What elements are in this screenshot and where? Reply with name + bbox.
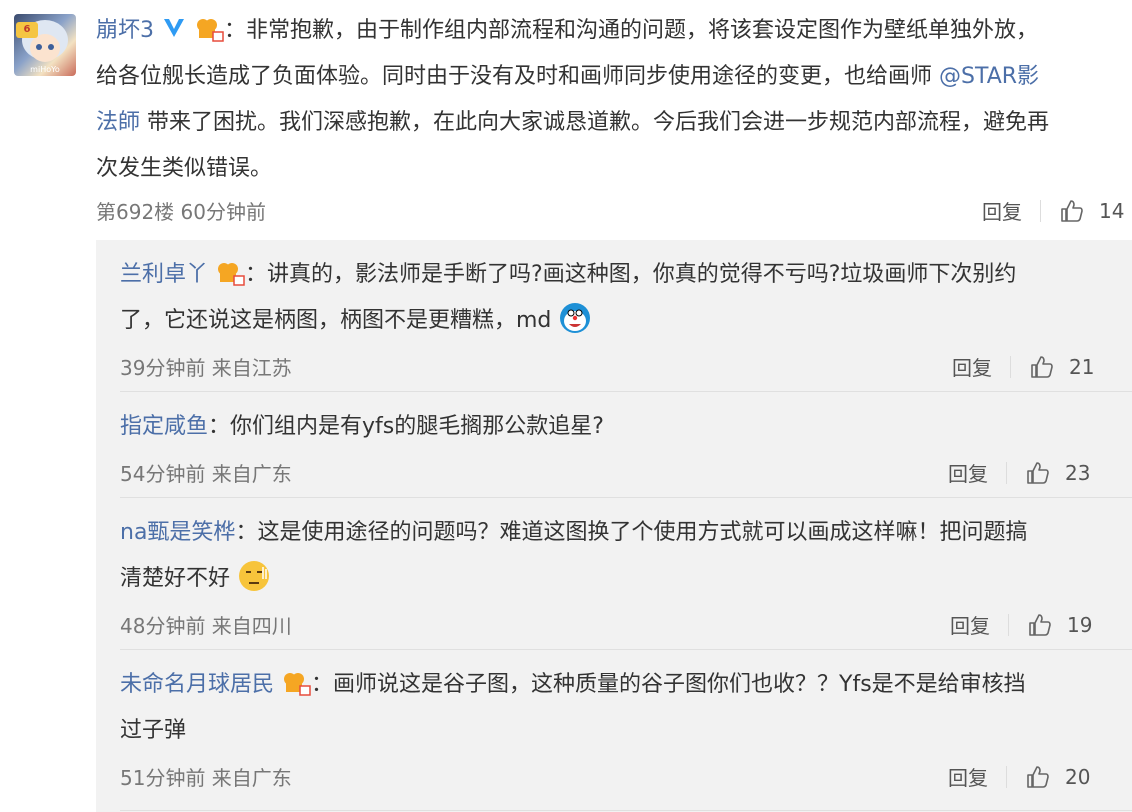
reply-item: 兰利卓丫 ：讲真的，影法师是手断了吗?画这种图，你真的觉得不亏吗?垃圾画师下次别… bbox=[96, 240, 1132, 392]
crown-badge-icon bbox=[218, 263, 245, 286]
avatar-watermark: miHoYo bbox=[30, 65, 60, 74]
reply-text-line1: ：画师说这是谷子图，这种质量的谷子图你们也收？？Yfs是不是给审核挡 bbox=[311, 672, 1026, 697]
reply-button[interactable]: 回复 bbox=[952, 352, 992, 381]
main-comment: 崩坏3 ：非常抱歉，由于制作组内部流程和沟通的问题，将该套设定图作为壁纸单独外放… bbox=[96, 8, 1132, 192]
crown-badge-icon bbox=[197, 19, 224, 42]
doraemon-emoji-icon bbox=[560, 303, 591, 333]
mention-star-link[interactable]: @STAR影 bbox=[939, 64, 1039, 89]
action-divider bbox=[1008, 613, 1009, 636]
main-comment-username[interactable]: 崩坏3 bbox=[96, 18, 154, 43]
crown-badge-icon bbox=[284, 673, 311, 696]
like-count: 21 bbox=[1069, 354, 1095, 379]
thumbs-up-icon[interactable] bbox=[1059, 198, 1085, 224]
reply-item: 指定咸鱼：你们组内是有yfs的腿毛搁那公款追星? 54分钟前 来自广东 回复 2… bbox=[96, 392, 1132, 498]
reply-item: 未命名月球居民 ：画师说这是谷子图，这种质量的谷子图你们也收？？Yfs是不是给审… bbox=[96, 650, 1132, 812]
reply-meta: 51分钟前 来自广东 bbox=[120, 766, 292, 790]
mention-star-link-cont[interactable]: 法師 bbox=[96, 110, 140, 135]
thumbs-up-icon[interactable] bbox=[1029, 354, 1055, 380]
replies-panel: 兰利卓丫 ：讲真的，影法师是手断了吗?画这种图，你真的觉得不亏吗?垃圾画师下次别… bbox=[96, 240, 1132, 812]
avatar-face bbox=[30, 34, 60, 62]
reply-actions: 回复 23 bbox=[948, 458, 1090, 487]
speechless-face-emoji-icon bbox=[239, 561, 270, 591]
reply-text-line2: 清楚好不好 bbox=[120, 566, 231, 591]
reply-meta: 48分钟前 来自四川 bbox=[120, 614, 292, 638]
like-count: 14 bbox=[1099, 198, 1125, 223]
reply-actions: 回复 19 bbox=[950, 610, 1092, 639]
reply-text-line2: 过子弹 bbox=[120, 718, 187, 743]
reply-actions: 回复 21 bbox=[952, 352, 1094, 381]
verified-v-icon bbox=[164, 19, 184, 37]
reply-button[interactable]: 回复 bbox=[948, 762, 988, 791]
user-avatar[interactable]: 6 miHoYo bbox=[14, 14, 76, 76]
reply-text-line1: ：讲真的，影法师是手断了吗?画这种图，你真的觉得不亏吗?垃圾画师下次别约 bbox=[245, 262, 1017, 287]
reply-divider bbox=[120, 810, 1132, 811]
main-comment-line-3: 带来了困扰。我们深感抱歉，在此向大家诚恳道歉。今后我们会进一步规范内部流程，避免… bbox=[147, 110, 1050, 135]
main-comment-line-4: 次发生类似错误。 bbox=[96, 156, 273, 181]
main-comment-text: 崩坏3 ：非常抱歉，由于制作组内部流程和沟通的问题，将该套设定图作为壁纸单独外放… bbox=[96, 8, 1132, 192]
avatar-badge: 6 bbox=[16, 22, 38, 38]
like-count: 23 bbox=[1065, 460, 1091, 485]
reply-username[interactable]: na甄是笑桦 bbox=[120, 520, 235, 545]
reply-meta: 39分钟前 来自江苏 bbox=[120, 356, 292, 380]
reply-text-line1: ：你们组内是有yfs的腿毛搁那公款追星? bbox=[208, 414, 604, 439]
thumbs-up-icon[interactable] bbox=[1025, 764, 1051, 790]
reply-button[interactable]: 回复 bbox=[950, 610, 990, 639]
reply-text-line2: 了，它还说这是柄图，柄图不是更糟糕，md bbox=[120, 308, 552, 333]
reply-actions: 回复 20 bbox=[948, 762, 1090, 791]
thumbs-up-icon[interactable] bbox=[1025, 460, 1051, 486]
main-comment-meta: 第692楼 60分钟前 bbox=[96, 200, 266, 224]
action-divider bbox=[1010, 355, 1011, 378]
reply-meta: 54分钟前 来自广东 bbox=[120, 462, 292, 486]
like-count: 20 bbox=[1065, 764, 1091, 789]
reply-username[interactable]: 兰利卓丫 bbox=[120, 262, 208, 287]
avatar-eye bbox=[48, 44, 54, 50]
reply-button[interactable]: 回复 bbox=[982, 196, 1022, 225]
action-divider bbox=[1040, 199, 1041, 222]
thumbs-up-icon[interactable] bbox=[1027, 612, 1053, 638]
main-comment-actions: 回复 14 bbox=[982, 196, 1124, 225]
action-divider bbox=[1006, 461, 1007, 484]
reply-username[interactable]: 指定咸鱼 bbox=[120, 414, 208, 439]
like-count: 19 bbox=[1067, 612, 1093, 637]
reply-item: na甄是笑桦：这是使用途径的问题吗？难道这图换了个使用方式就可以画成这样嘛！把问… bbox=[96, 498, 1132, 650]
reply-username[interactable]: 未命名月球居民 bbox=[120, 672, 274, 697]
main-comment-line-2: 给各位舰长造成了负面体验。同时由于没有及时和画师同步使用途径的变更，也给画师 bbox=[96, 64, 933, 89]
avatar-eye bbox=[36, 44, 42, 50]
action-divider bbox=[1006, 765, 1007, 788]
reply-button[interactable]: 回复 bbox=[948, 458, 988, 487]
main-comment-line-1: ：非常抱歉，由于制作组内部流程和沟通的问题，将该套设定图作为壁纸单独外放， bbox=[224, 18, 1039, 43]
reply-text-line1: ：这是使用途径的问题吗？难道这图换了个使用方式就可以画成这样嘛！把问题搞 bbox=[235, 520, 1028, 545]
